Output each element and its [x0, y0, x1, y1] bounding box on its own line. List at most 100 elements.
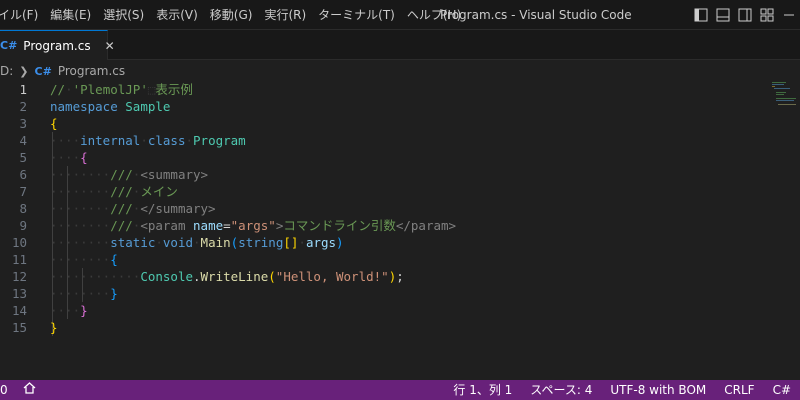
minimap[interactable] [770, 81, 800, 111]
code-line[interactable]: 7 ········///·メイン [0, 183, 770, 200]
language-mode[interactable]: C# [764, 380, 800, 400]
customize-layout-icon[interactable] [756, 0, 778, 30]
code-line[interactable]: 9 ········///·<param name="args">コマンドライン引… [0, 217, 770, 234]
code-line[interactable]: 11 ········{ [0, 251, 770, 268]
code-text: } [50, 319, 58, 336]
code-token: void [162, 235, 194, 250]
code-token: class [147, 133, 186, 148]
line-number: 10 [11, 235, 27, 250]
code-token: /// [110, 218, 133, 233]
code-token: · [140, 133, 148, 148]
line-number: 5 [19, 150, 27, 165]
code-text: ····{ [50, 149, 88, 166]
code-line[interactable]: 2 namespace Sample [0, 98, 770, 115]
code-token: · [185, 133, 194, 148]
menu-terminal[interactable]: ターミナル(T) [314, 0, 399, 30]
code-token: ········ [50, 184, 111, 199]
line-number: 1 [19, 82, 27, 97]
code-line[interactable]: 14 ····} [0, 302, 770, 319]
code-line[interactable]: 1 //·'PlemolJP'⬚表示例 [0, 81, 770, 98]
code-token: ; [396, 269, 404, 284]
code-token: · [193, 235, 201, 250]
code-line[interactable]: 6 ········///·<summary> [0, 166, 770, 183]
line-number: 12 [11, 269, 27, 284]
code-token: /// [110, 167, 133, 182]
status-bar: 0 行 1、列 1 スペース: 4 UTF-8 with BOM CRLF C# [0, 380, 800, 400]
line-number: 8 [19, 201, 27, 216]
toggle-panel-icon[interactable] [712, 0, 734, 30]
indentation[interactable]: スペース: 4 [521, 380, 601, 400]
code-token: name [193, 218, 224, 233]
encoding[interactable]: UTF-8 with BOM [601, 380, 715, 400]
code-token: メイン [140, 184, 178, 199]
code-token: [] [283, 235, 299, 250]
minimize-icon[interactable] [778, 0, 800, 30]
code-editor[interactable]: 1//·'PlemolJP'⬚表示例 2 namespace Sample 3{4 ··… [0, 81, 770, 381]
code-token: <summary> [140, 167, 209, 182]
code-text: //·'PlemolJP'⬚表示例 [50, 81, 193, 98]
code-token: · [155, 235, 163, 250]
code-line[interactable]: 15} [0, 319, 770, 336]
code-token: ···· [50, 303, 81, 318]
layout-controls [690, 0, 800, 30]
code-token: · [65, 82, 73, 97]
window-title: Program.cs - Visual Studio Code [440, 8, 632, 22]
code-token: ········ [50, 167, 111, 182]
code-token: // [50, 82, 66, 97]
menu-view[interactable]: 表示(V) [152, 0, 202, 30]
line-number: 7 [19, 184, 27, 199]
code-token: ···· [50, 133, 81, 148]
code-token: ···· [50, 150, 81, 165]
breadcrumb-drive[interactable]: D: [0, 64, 13, 78]
code-token: namespace [50, 99, 118, 114]
code-text: ····internal·class·Program [50, 132, 246, 149]
code-token: ········ [50, 201, 111, 216]
tab-program-cs[interactable]: C# Program.cs ✕ [0, 30, 115, 60]
code-token: Sample [125, 99, 171, 114]
code-line[interactable]: 10 ········static·void·Main(string[]·args… [0, 234, 770, 251]
menu-selection[interactable]: 選択(S) [99, 0, 148, 30]
menu-file[interactable]: イル(F) [0, 0, 42, 30]
code-line[interactable]: 12 ············Console.WriteLine("Hello, … [0, 268, 770, 285]
menu-go[interactable]: 移動(G) [206, 0, 257, 30]
code-token: WriteLine [200, 269, 269, 284]
code-token: Console [140, 269, 193, 284]
code-token: ········ [50, 286, 111, 301]
toggle-secondary-sidebar-icon[interactable] [734, 0, 756, 30]
code-line[interactable]: 8 ········///·</summary> [0, 200, 770, 217]
code-line[interactable]: 3{ [0, 115, 770, 132]
code-token: Program [193, 133, 246, 148]
menu-edit[interactable]: 編集(E) [46, 0, 95, 30]
close-icon[interactable]: ✕ [105, 39, 115, 53]
code-text: ····} [50, 302, 88, 319]
code-text: ········///·</summary> [50, 200, 216, 217]
code-token: { [110, 252, 118, 267]
line-number: 2 [19, 99, 27, 114]
tab-label: Program.cs [23, 38, 91, 53]
code-token: 表示例 [155, 82, 193, 97]
code-token: { [80, 150, 88, 165]
home-icon[interactable] [17, 380, 42, 400]
code-token: /// [110, 201, 133, 216]
code-token: · [298, 235, 306, 250]
breadcrumb-file[interactable]: Program.cs [58, 64, 125, 78]
code-token: ········ [50, 218, 111, 233]
code-token: } [80, 303, 88, 318]
code-token: </param> [395, 218, 457, 233]
code-line[interactable]: 4 ····internal·class·Program [0, 132, 770, 149]
status-left-indicator[interactable]: 0 [0, 380, 17, 400]
code-text: ········} [50, 285, 118, 302]
code-token: } [110, 286, 118, 301]
code-line[interactable]: 5 ····{ [0, 149, 770, 166]
end-of-line[interactable]: CRLF [715, 380, 763, 400]
code-token: ········ [50, 235, 111, 250]
code-token: /// [110, 184, 133, 199]
code-token: } [50, 320, 58, 335]
code-token: Main [200, 235, 231, 250]
cursor-position[interactable]: 行 1、列 1 [444, 380, 521, 400]
code-token: ( [268, 269, 276, 284]
toggle-primary-sidebar-icon[interactable] [690, 0, 712, 30]
code-line[interactable]: 13 ········} [0, 285, 770, 302]
code-token: 'PlemolJP' [72, 82, 148, 97]
menu-run[interactable]: 実行(R) [260, 0, 310, 30]
